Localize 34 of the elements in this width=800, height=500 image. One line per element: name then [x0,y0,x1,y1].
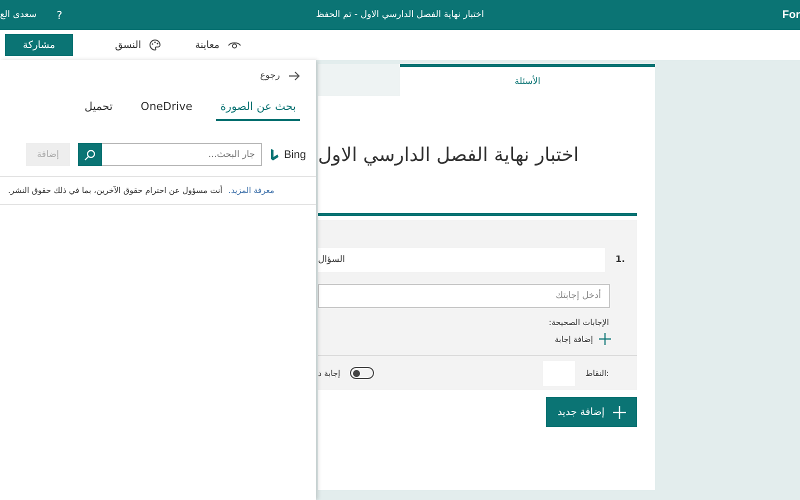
question-number: 1. [615,255,625,265]
search-icon [84,148,96,160]
arrow-icon [288,71,300,81]
panel-tab[interactable]: OneDrive [136,96,196,121]
copyright-notice: أنت مسؤول عن احترام حقوق الآخرين، بما في ذلك حقوق النشر. [8,186,222,195]
window-title: اختبار نهاية الفصل الدارسي الاول - تم الحفظ [316,10,484,20]
share-button[interactable]: مشاركة [5,34,73,56]
app-name: For [781,9,800,21]
search-field[interactable]: جار البحث... [102,143,262,166]
preview-button[interactable]: معاينة [181,39,254,51]
questions-tab[interactable]: الأسئلة [400,64,655,96]
add-answer-button[interactable]: إضافة إجابة [554,333,611,345]
theme-button[interactable]: النسق [101,39,176,51]
learn-more-link[interactable]: معرفة المزيد. [228,186,274,195]
help-icon[interactable]: ? [56,8,62,22]
answer-field[interactable]: أدخل إجابتك [318,284,610,308]
correct-answers-label: الإجابات الصحيحة: [548,318,609,327]
add-new-button[interactable]: إضافة جديد [546,397,637,427]
search-button[interactable] [78,143,102,166]
panel-tab[interactable]: بحث عن الصورة [216,96,300,121]
question-field[interactable]: السؤال [318,248,606,272]
toggle-label: إجابة د [318,368,340,378]
back-button[interactable]: رجوع [254,70,306,82]
form-title[interactable]: اختبار نهاية الفصل الدارسي الاول [318,96,637,216]
plus-icon [599,333,611,345]
eye-icon [228,40,240,50]
bing-logo-icon [270,148,279,160]
provider-label: Bing [284,148,306,160]
panel-tab[interactable]: تحميل [80,96,117,121]
plus-icon [612,406,626,418]
toggle-switch[interactable] [350,367,374,379]
user-name[interactable]: سعدى الع [0,10,37,20]
palette-icon [149,39,162,51]
points-label: النقاط: [585,368,609,378]
